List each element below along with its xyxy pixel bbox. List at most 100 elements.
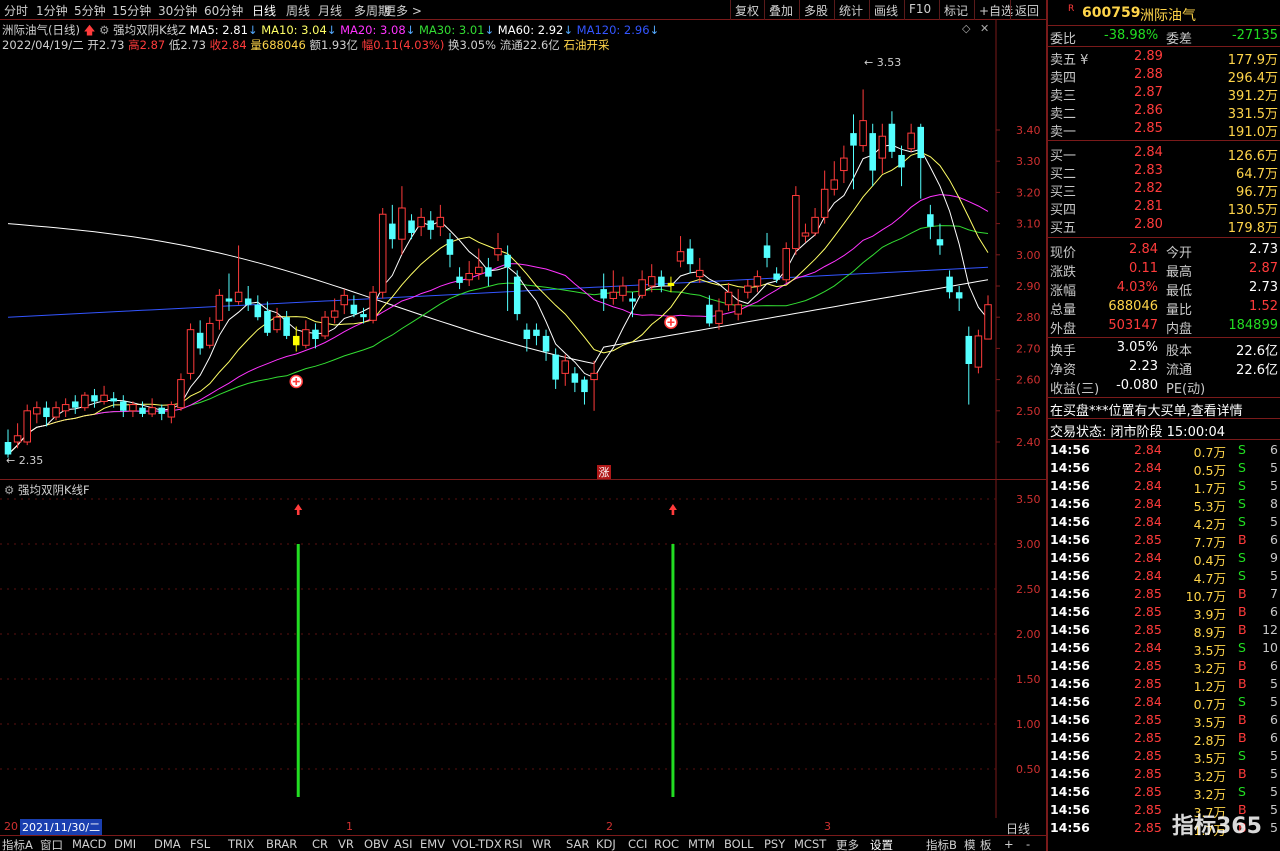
candle-body[interactable] <box>273 316 281 331</box>
indicator-tab-22[interactable]: PSY <box>764 837 785 851</box>
indicator-tab-18[interactable]: CCI <box>628 837 647 851</box>
candle-body[interactable] <box>552 354 559 380</box>
candle-body[interactable] <box>763 245 771 258</box>
indicator-tab-14[interactable]: RSI <box>504 837 523 851</box>
toolbar-button-4[interactable]: 画线 <box>869 0 902 20</box>
candle-body[interactable] <box>378 213 387 293</box>
side-tab-1[interactable]: 模 <box>964 837 976 851</box>
candle-body[interactable] <box>513 276 521 315</box>
candle-body[interactable] <box>686 248 694 265</box>
candle-body[interactable] <box>292 335 300 346</box>
candle-body[interactable] <box>676 251 685 262</box>
candle-body[interactable] <box>773 273 780 280</box>
candle-body[interactable] <box>465 273 473 281</box>
candle-body[interactable] <box>158 407 165 414</box>
candle-body[interactable] <box>196 332 204 349</box>
candle-body[interactable] <box>167 404 176 418</box>
candle-body[interactable] <box>129 404 137 412</box>
period-tab-5[interactable]: 60分钟 <box>204 2 243 19</box>
candle-body[interactable] <box>398 207 406 240</box>
indicator-tab-8[interactable]: CR <box>312 837 328 851</box>
indicator-tab-12[interactable]: EMV <box>420 837 445 851</box>
candle-body[interactable] <box>542 335 550 352</box>
side-tab-0[interactable]: 指标B <box>926 837 957 851</box>
candle-body[interactable] <box>888 123 896 152</box>
toolbar-button-6[interactable]: 标记 <box>939 0 972 20</box>
candle-body[interactable] <box>571 373 579 383</box>
candle-body[interactable] <box>186 329 195 374</box>
indicator-tab-24[interactable]: 更多 <box>836 837 859 851</box>
period-tab-6[interactable]: 日线 <box>252 2 276 19</box>
kline-chart[interactable]: 3.40 3.30 3.20 3.10 3.00 2.90 2.80 2.70 2.60 2.50… <box>0 20 1046 480</box>
candle-body[interactable] <box>609 291 618 299</box>
indicator-tab-9[interactable]: VR <box>338 837 354 851</box>
candle-body[interactable] <box>811 216 819 234</box>
candle-body[interactable] <box>955 292 963 299</box>
candle-body[interactable] <box>820 188 829 218</box>
indicator-tab-0[interactable]: 指标A <box>2 837 33 851</box>
period-tab-0[interactable]: 分时 <box>4 2 28 19</box>
indicator-tab-16[interactable]: SAR <box>566 837 589 851</box>
candle-body[interactable] <box>205 322 214 346</box>
notice-text[interactable]: 在买盘***位置有大买单,查看详情 <box>1050 400 1243 419</box>
candle-body[interactable] <box>792 195 800 250</box>
candle-body[interactable] <box>264 310 271 333</box>
candle-body[interactable] <box>475 266 483 275</box>
candle-body[interactable] <box>321 316 329 337</box>
indicator-tab-23[interactable]: MCST <box>794 837 826 851</box>
candle-body[interactable] <box>71 401 79 408</box>
indicator-tab-3[interactable]: DMI <box>114 837 136 851</box>
toolbar-button-0[interactable]: 复权 <box>730 0 763 20</box>
candle-body[interactable] <box>283 317 290 336</box>
candle-body[interactable] <box>647 276 656 287</box>
candle-body[interactable] <box>907 132 915 150</box>
period-tab-1[interactable]: 1分钟 <box>36 2 68 19</box>
signal-chart[interactable]: 3.50 3.00 2.50 2.00 1.50 1.00 0.50 <box>0 480 1046 818</box>
period-tab-2[interactable]: 5分钟 <box>74 2 106 19</box>
candle-body[interactable] <box>744 285 752 293</box>
indicator-tab-20[interactable]: MTM <box>688 837 715 851</box>
candle-body[interactable] <box>878 135 887 159</box>
indicator-tab-11[interactable]: ASI <box>394 837 413 851</box>
candle-body[interactable] <box>408 220 415 233</box>
candle-body[interactable] <box>850 133 857 146</box>
candle-body[interactable] <box>946 276 953 293</box>
indicator-tab-21[interactable]: BOLL <box>724 837 754 851</box>
candle-body[interactable] <box>456 276 463 283</box>
candle-body[interactable] <box>215 294 224 321</box>
candle-body[interactable] <box>494 248 502 256</box>
candle-body[interactable] <box>706 304 713 324</box>
candle-body[interactable] <box>936 239 944 246</box>
toolbar-button-2[interactable]: 多股 <box>799 0 832 20</box>
candle-body[interactable] <box>436 216 445 228</box>
candle-body[interactable] <box>724 291 733 306</box>
candle-body[interactable] <box>801 232 810 237</box>
candle-body[interactable] <box>23 410 31 443</box>
candle-body[interactable] <box>782 248 791 281</box>
indicator-tab-15[interactable]: WR <box>532 837 551 851</box>
candle-body[interactable] <box>340 294 349 306</box>
candle-body[interactable] <box>581 379 588 393</box>
candle-body[interactable] <box>715 310 723 324</box>
candle-body[interactable] <box>244 298 252 305</box>
candle-body[interactable] <box>389 223 396 240</box>
toolbar-button-3[interactable]: 统计 <box>834 0 867 20</box>
candle-body[interactable] <box>148 407 156 415</box>
candle-body[interactable] <box>110 398 117 402</box>
candle-body[interactable] <box>330 310 339 318</box>
indicator-tab-4[interactable]: DMA <box>154 837 181 851</box>
indicator-tab-2[interactable]: MACD <box>72 837 106 851</box>
big-order-notice[interactable]: 在买盘***位置有大买单,查看详情 <box>1048 399 1280 419</box>
side-tab-4[interactable]: - <box>1026 837 1030 851</box>
candle-body[interactable] <box>4 442 12 455</box>
toolbar-button-5[interactable]: F10 <box>904 0 935 20</box>
indicator-tab-5[interactable]: FSL <box>190 837 210 851</box>
candle-body[interactable] <box>984 304 992 340</box>
indicator-tab-7[interactable]: BRAR <box>266 837 297 851</box>
period-tab-4[interactable]: 30分钟 <box>158 2 197 19</box>
candle-body[interactable] <box>695 269 704 278</box>
indicator-tab-6[interactable]: TRIX <box>228 837 254 851</box>
candle-body[interactable] <box>974 335 983 368</box>
candle-body[interactable] <box>120 401 127 411</box>
candle-body[interactable] <box>859 120 867 147</box>
